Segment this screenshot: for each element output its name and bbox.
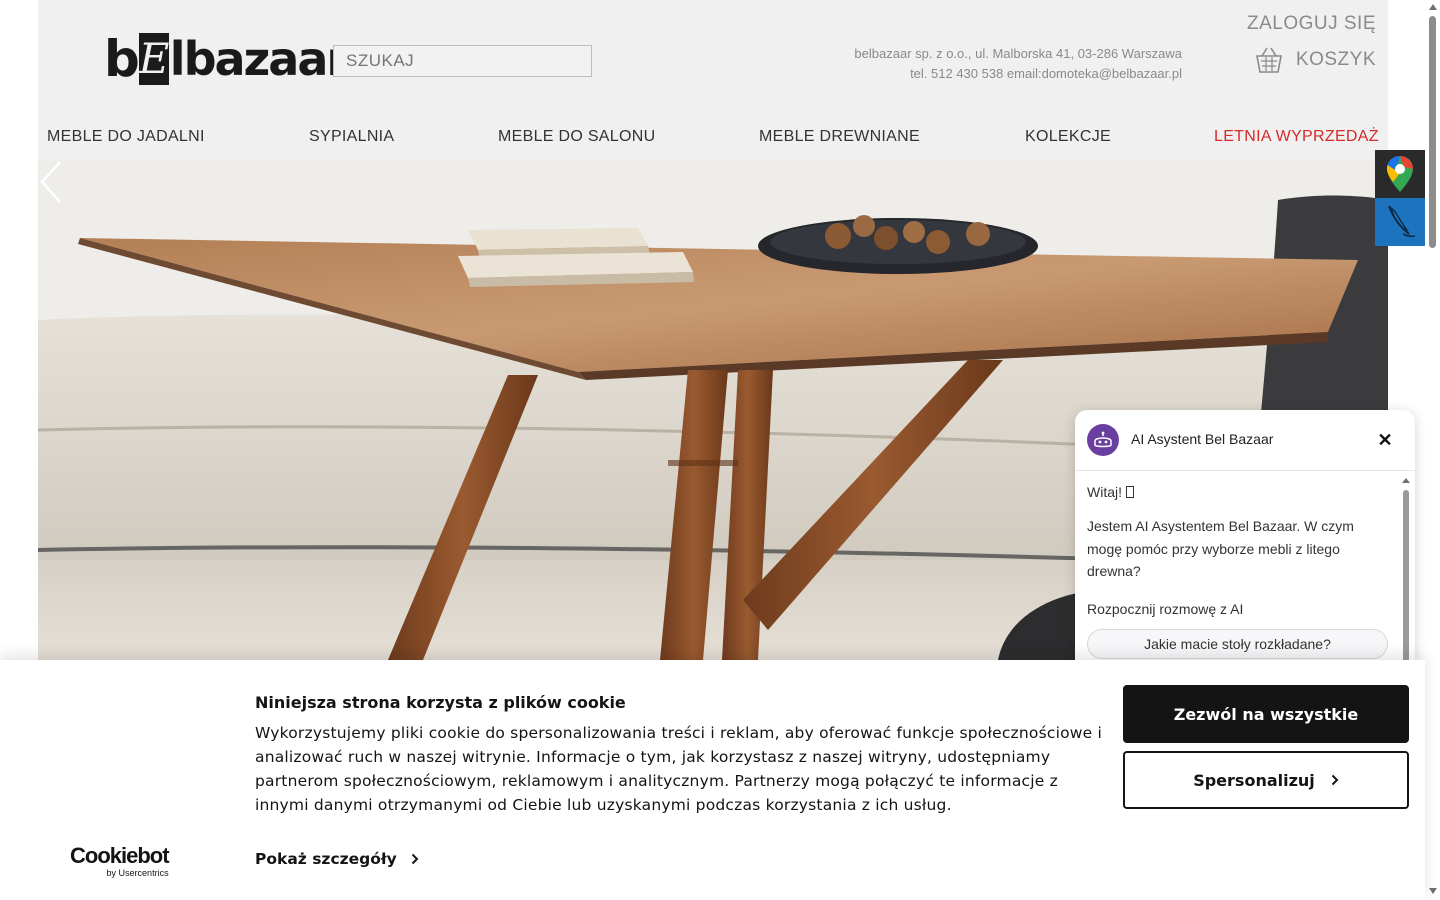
search-input[interactable] [333, 45, 592, 77]
nav-item-sypialnia[interactable]: SYPIALNIA [309, 128, 394, 146]
cookie-text: Wykorzystujemy pliki cookie do spersonal… [255, 724, 1103, 814]
map-widget[interactable] [1375, 150, 1425, 198]
customize-label: Spersonalizuj [1193, 770, 1315, 790]
logo-letter-e: E [138, 33, 170, 85]
write-widget[interactable] [1375, 198, 1425, 246]
chat-start-label: Rozpocznij rozmowę z AI [1087, 601, 1244, 617]
nav-item-letnia-wyprzedaz[interactable]: LETNIA WYPRZEDAŻ [1214, 128, 1379, 146]
cookiebot-logo[interactable]: Cookiebot by Usercentrics [70, 843, 170, 879]
scroll-up-arrow-icon[interactable] [1429, 4, 1437, 10]
logo-wordmark: lbazaar [169, 32, 349, 86]
site-header: b E lbazaar belbazaar sp. z o.o., ul. Ma… [38, 0, 1388, 160]
chat-scrollbar-thumb[interactable] [1403, 490, 1409, 662]
page: b E lbazaar belbazaar sp. z o.o., ul. Ma… [0, 0, 1440, 900]
chat-scroll-up-icon[interactable] [1402, 478, 1410, 483]
login-link[interactable]: ZALOGUJ SIĘ [1247, 13, 1376, 35]
chevron-right-icon [1331, 774, 1339, 786]
feather-pen-icon [1388, 205, 1416, 238]
chat-bot-avatar [1087, 424, 1119, 456]
nav-item-meble-drewniane[interactable]: MEBLE DREWNIANE [759, 128, 920, 146]
chat-scrollbar[interactable] [1402, 478, 1410, 662]
site-logo[interactable]: b E lbazaar [104, 30, 349, 88]
chat-greeting-text: Witaj! [1087, 484, 1126, 500]
allow-all-button[interactable]: Zezwól na wszystkie [1123, 685, 1409, 743]
main-nav: MEBLE DO JADALNI SYPIALNIA MEBLE DO SALO… [47, 128, 1379, 150]
cart-label: KOSZYK [1295, 49, 1376, 70]
contact-line[interactable]: tel. 512 430 538 email:domoteka@belbazaa… [854, 64, 1182, 84]
nav-item-meble-do-jadalni[interactable]: MEBLE DO JADALNI [47, 128, 205, 146]
chat-message: Jestem AI Asystentem Bel Bazaar. W czym … [1087, 518, 1354, 579]
wave-emoji-icon [1125, 486, 1134, 498]
chat-suggestion-button[interactable]: Jakie macie stoły rozkładane? [1087, 629, 1388, 659]
close-icon[interactable]: ✕ [1373, 428, 1397, 452]
bot-icon [1094, 431, 1112, 448]
cookiebot-wordmark: Cookiebot [70, 843, 170, 868]
chat-header: AI Asystent Bel Bazaar ✕ [1075, 410, 1415, 471]
slider-prev-arrow[interactable] [38, 160, 64, 204]
page-scrollbar[interactable] [1425, 0, 1440, 900]
scrollbar-thumb[interactable] [1429, 16, 1436, 248]
company-address: belbazaar sp. z o.o., ul. Malborska 41, … [854, 44, 1182, 84]
show-details-label: Pokaż szczegóły [255, 850, 397, 868]
google-maps-icon [1387, 156, 1413, 192]
nav-item-meble-do-salonu[interactable]: MEBLE DO SALONU [498, 128, 655, 146]
chat-greeting: Witaj! [1087, 484, 1134, 500]
logo-letter-b: b [104, 30, 140, 88]
chevron-right-icon [411, 853, 419, 865]
cart-link[interactable]: KOSZYK [1254, 45, 1376, 75]
show-details-link[interactable]: Pokaż szczegóły [255, 850, 419, 868]
cookie-title: Niniejsza strona korzysta z plików cooki… [255, 693, 626, 712]
basket-icon [1255, 47, 1282, 73]
address-line: belbazaar sp. z o.o., ul. Malborska 41, … [854, 46, 1182, 61]
nav-item-kolekcje[interactable]: KOLEKCJE [1025, 128, 1111, 146]
ai-chat-widget: AI Asystent Bel Bazaar ✕ Witaj! Jestem A… [1075, 410, 1415, 662]
cookie-banner: Cookiebot by Usercentrics Niniejsza stro… [0, 660, 1425, 900]
customize-button[interactable]: Spersonalizuj [1123, 751, 1409, 809]
chat-title: AI Asystent Bel Bazaar [1131, 431, 1274, 447]
cookiebot-byline: by Usercentrics [106, 868, 169, 878]
scroll-down-arrow-icon[interactable] [1429, 888, 1437, 894]
